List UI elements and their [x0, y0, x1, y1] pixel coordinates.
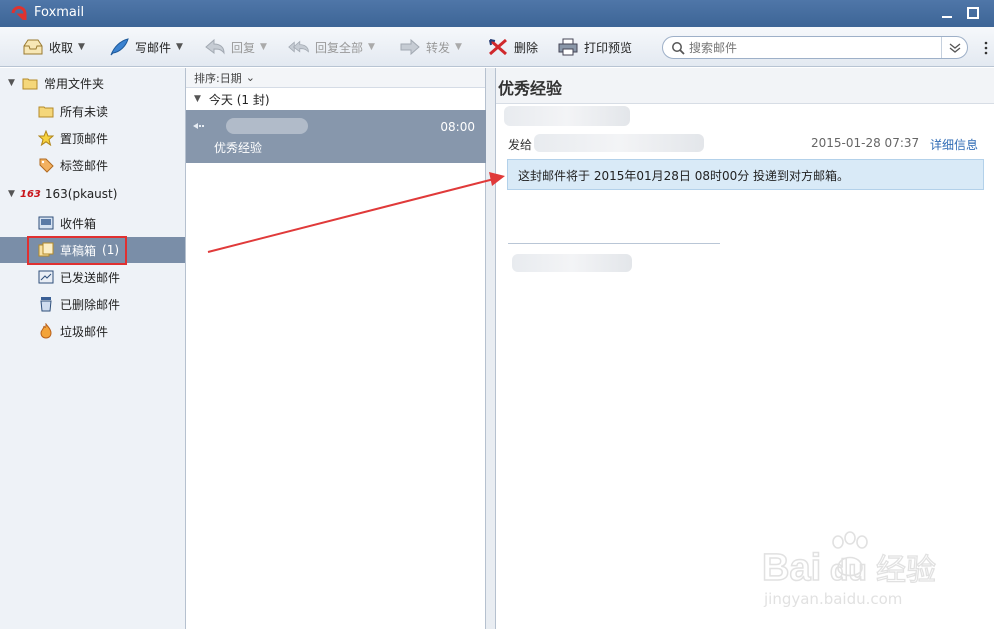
watermark-cn: 经验 [876, 553, 936, 588]
more-options-icon[interactable] [984, 41, 988, 55]
watermark-url: jingyan.baidu.com [763, 590, 902, 608]
reply-all-button[interactable]: 回复全部 ▼ [288, 35, 375, 59]
delete-x-icon [489, 38, 507, 56]
reply-button[interactable]: 回复 ▼ [204, 35, 267, 59]
chevron-down-icon[interactable]: ▼ [78, 42, 85, 52]
receive-button[interactable]: 收取 ▼ [22, 35, 85, 59]
recipient-label: 发给 [508, 138, 533, 152]
chevron-down-icon[interactable]: ▼ [260, 42, 267, 52]
trash-can-icon [40, 297, 52, 312]
chevron-down-icon[interactable]: ▼ [455, 42, 462, 52]
foxmail-logo-icon [11, 6, 27, 21]
account-163-icon: 163 [20, 188, 41, 200]
folder-group-favorites[interactable]: ▼ 常用文件夹 [0, 70, 185, 96]
folder-label: 垃圾邮件 [60, 324, 109, 339]
folder-inbox[interactable]: 收件箱 [0, 210, 185, 236]
fire-junk-icon [40, 323, 52, 339]
folder-pinned[interactable]: 置顶邮件 [0, 125, 185, 151]
watermark-brand2: du [830, 554, 867, 587]
reply-all-arrow-icon [288, 40, 309, 53]
folder-label: 标签邮件 [60, 158, 109, 173]
forward-label: 转发 [426, 40, 451, 55]
watermark-brand: Bai [762, 547, 821, 589]
compose-button[interactable]: 写邮件 ▼ [108, 35, 183, 59]
app-title: Foxmail [34, 5, 85, 20]
expand-triangle-icon[interactable]: ▼ [8, 78, 20, 88]
chevron-down-icon[interactable]: ▼ [368, 42, 375, 52]
reply-all-label: 回复全部 [315, 40, 364, 55]
print-preview-label: 打印预览 [584, 40, 633, 55]
body-divider [508, 243, 720, 244]
expand-triangle-icon[interactable]: ▼ [194, 94, 201, 104]
mail-list-item[interactable]: 08:00 优秀经验 [186, 110, 486, 163]
folder-label: 常用文件夹 [44, 76, 105, 91]
reply-arrow-icon [205, 38, 225, 55]
folder-label: 已发送邮件 [60, 270, 121, 285]
folder-label: 草稿箱 [60, 243, 97, 258]
search-input[interactable] [689, 40, 941, 55]
folder-label: 所有未读 [60, 104, 109, 119]
inbox-tray-icon [23, 39, 43, 55]
sent-icon [38, 270, 54, 284]
body-text-redacted [512, 254, 632, 272]
folder-deleted[interactable]: 已删除邮件 [0, 291, 185, 317]
group-label: 今天 (1 封) [208, 92, 270, 107]
drafts-icon [38, 242, 54, 257]
minimize-icon[interactable] [940, 6, 954, 20]
message-subject: 优秀经验 [496, 68, 994, 104]
chevron-down-icon[interactable]: ⌄ [246, 71, 255, 84]
baidu-paw-icon: Bai du 经验 jingyan.baidu.com [761, 531, 937, 608]
maximize-icon[interactable] [966, 6, 980, 20]
scheduled-send-notice: 这封邮件将于 2015年01月28日 08时00分 投递到对方邮箱。 [507, 159, 984, 190]
chevron-down-icon[interactable]: ▼ [176, 42, 183, 52]
message-date: 2015-01-28 07:37 [811, 136, 920, 150]
search-icon [672, 41, 685, 55]
toolbar: 收取 ▼ 写邮件 ▼ 回复 ▼ 回复全部 ▼ 转发 ▼ 删除 打印预览 搜索邮件 [0, 27, 994, 67]
forward-button[interactable]: 转发 ▼ [399, 35, 462, 59]
search-box [662, 36, 968, 59]
folder-count: (1) [102, 243, 120, 257]
account-label: 163(pkaust) [44, 187, 118, 201]
mail-subject: 优秀经验 [214, 141, 263, 155]
feather-pen-icon [110, 38, 129, 56]
folder-label: 已删除邮件 [60, 297, 121, 312]
folder-label: 置顶邮件 [60, 131, 109, 146]
details-link[interactable]: 详细信息 [930, 136, 978, 153]
sort-bar[interactable]: 排序:日期 ⌄ [186, 68, 485, 88]
account-163[interactable]: ▼ 163 163(pkaust) [0, 181, 185, 207]
baidu-watermark: Bai du 经验 jingyan.baidu.com [758, 528, 948, 618]
print-preview-button[interactable]: 打印预览 [557, 35, 632, 59]
mail-time: 08:00 [440, 120, 475, 134]
folder-drafts[interactable]: 草稿箱 (1) [0, 237, 185, 263]
sender-redacted [226, 118, 308, 134]
inbox-icon [38, 216, 54, 230]
tag-icon [39, 158, 54, 173]
pane-splitter[interactable] [486, 68, 496, 629]
title-bar: Foxmail [0, 0, 994, 27]
folder-junk[interactable]: 垃圾邮件 [0, 318, 185, 344]
folder-all-unread[interactable]: 所有未读 [0, 98, 185, 124]
receive-label: 收取 [49, 40, 74, 55]
scheduled-mail-icon [193, 123, 204, 129]
folder-label: 收件箱 [60, 216, 97, 231]
expand-triangle-icon[interactable]: ▼ [8, 189, 20, 199]
folder-tagged[interactable]: 标签邮件 [0, 152, 185, 178]
folder-pane: ▼ 常用文件夹 所有未读 置顶邮件 标签邮件 ▼ 163 163(pkaust)… [0, 68, 186, 629]
sort-label: 排序:日期 [194, 71, 242, 85]
folder-sent[interactable]: 已发送邮件 [0, 264, 185, 290]
forward-arrow-icon [400, 38, 420, 56]
printer-icon [558, 38, 578, 56]
star-icon [38, 130, 54, 146]
compose-label: 写邮件 [135, 40, 172, 55]
delete-button[interactable]: 删除 [487, 35, 538, 59]
reply-label: 回复 [231, 40, 256, 55]
search-options-chevron-icon[interactable] [941, 37, 967, 58]
mail-list-pane: 排序:日期 ⌄ ▼ 今天 (1 封) 08:00 优秀经验 [186, 68, 486, 629]
folder-icon [38, 106, 54, 118]
sender-redacted [504, 106, 630, 126]
delete-label: 删除 [514, 40, 539, 55]
folder-icon [22, 78, 38, 90]
recipient-redacted [534, 134, 704, 152]
mail-group-header[interactable]: ▼ 今天 (1 封) [186, 88, 485, 110]
